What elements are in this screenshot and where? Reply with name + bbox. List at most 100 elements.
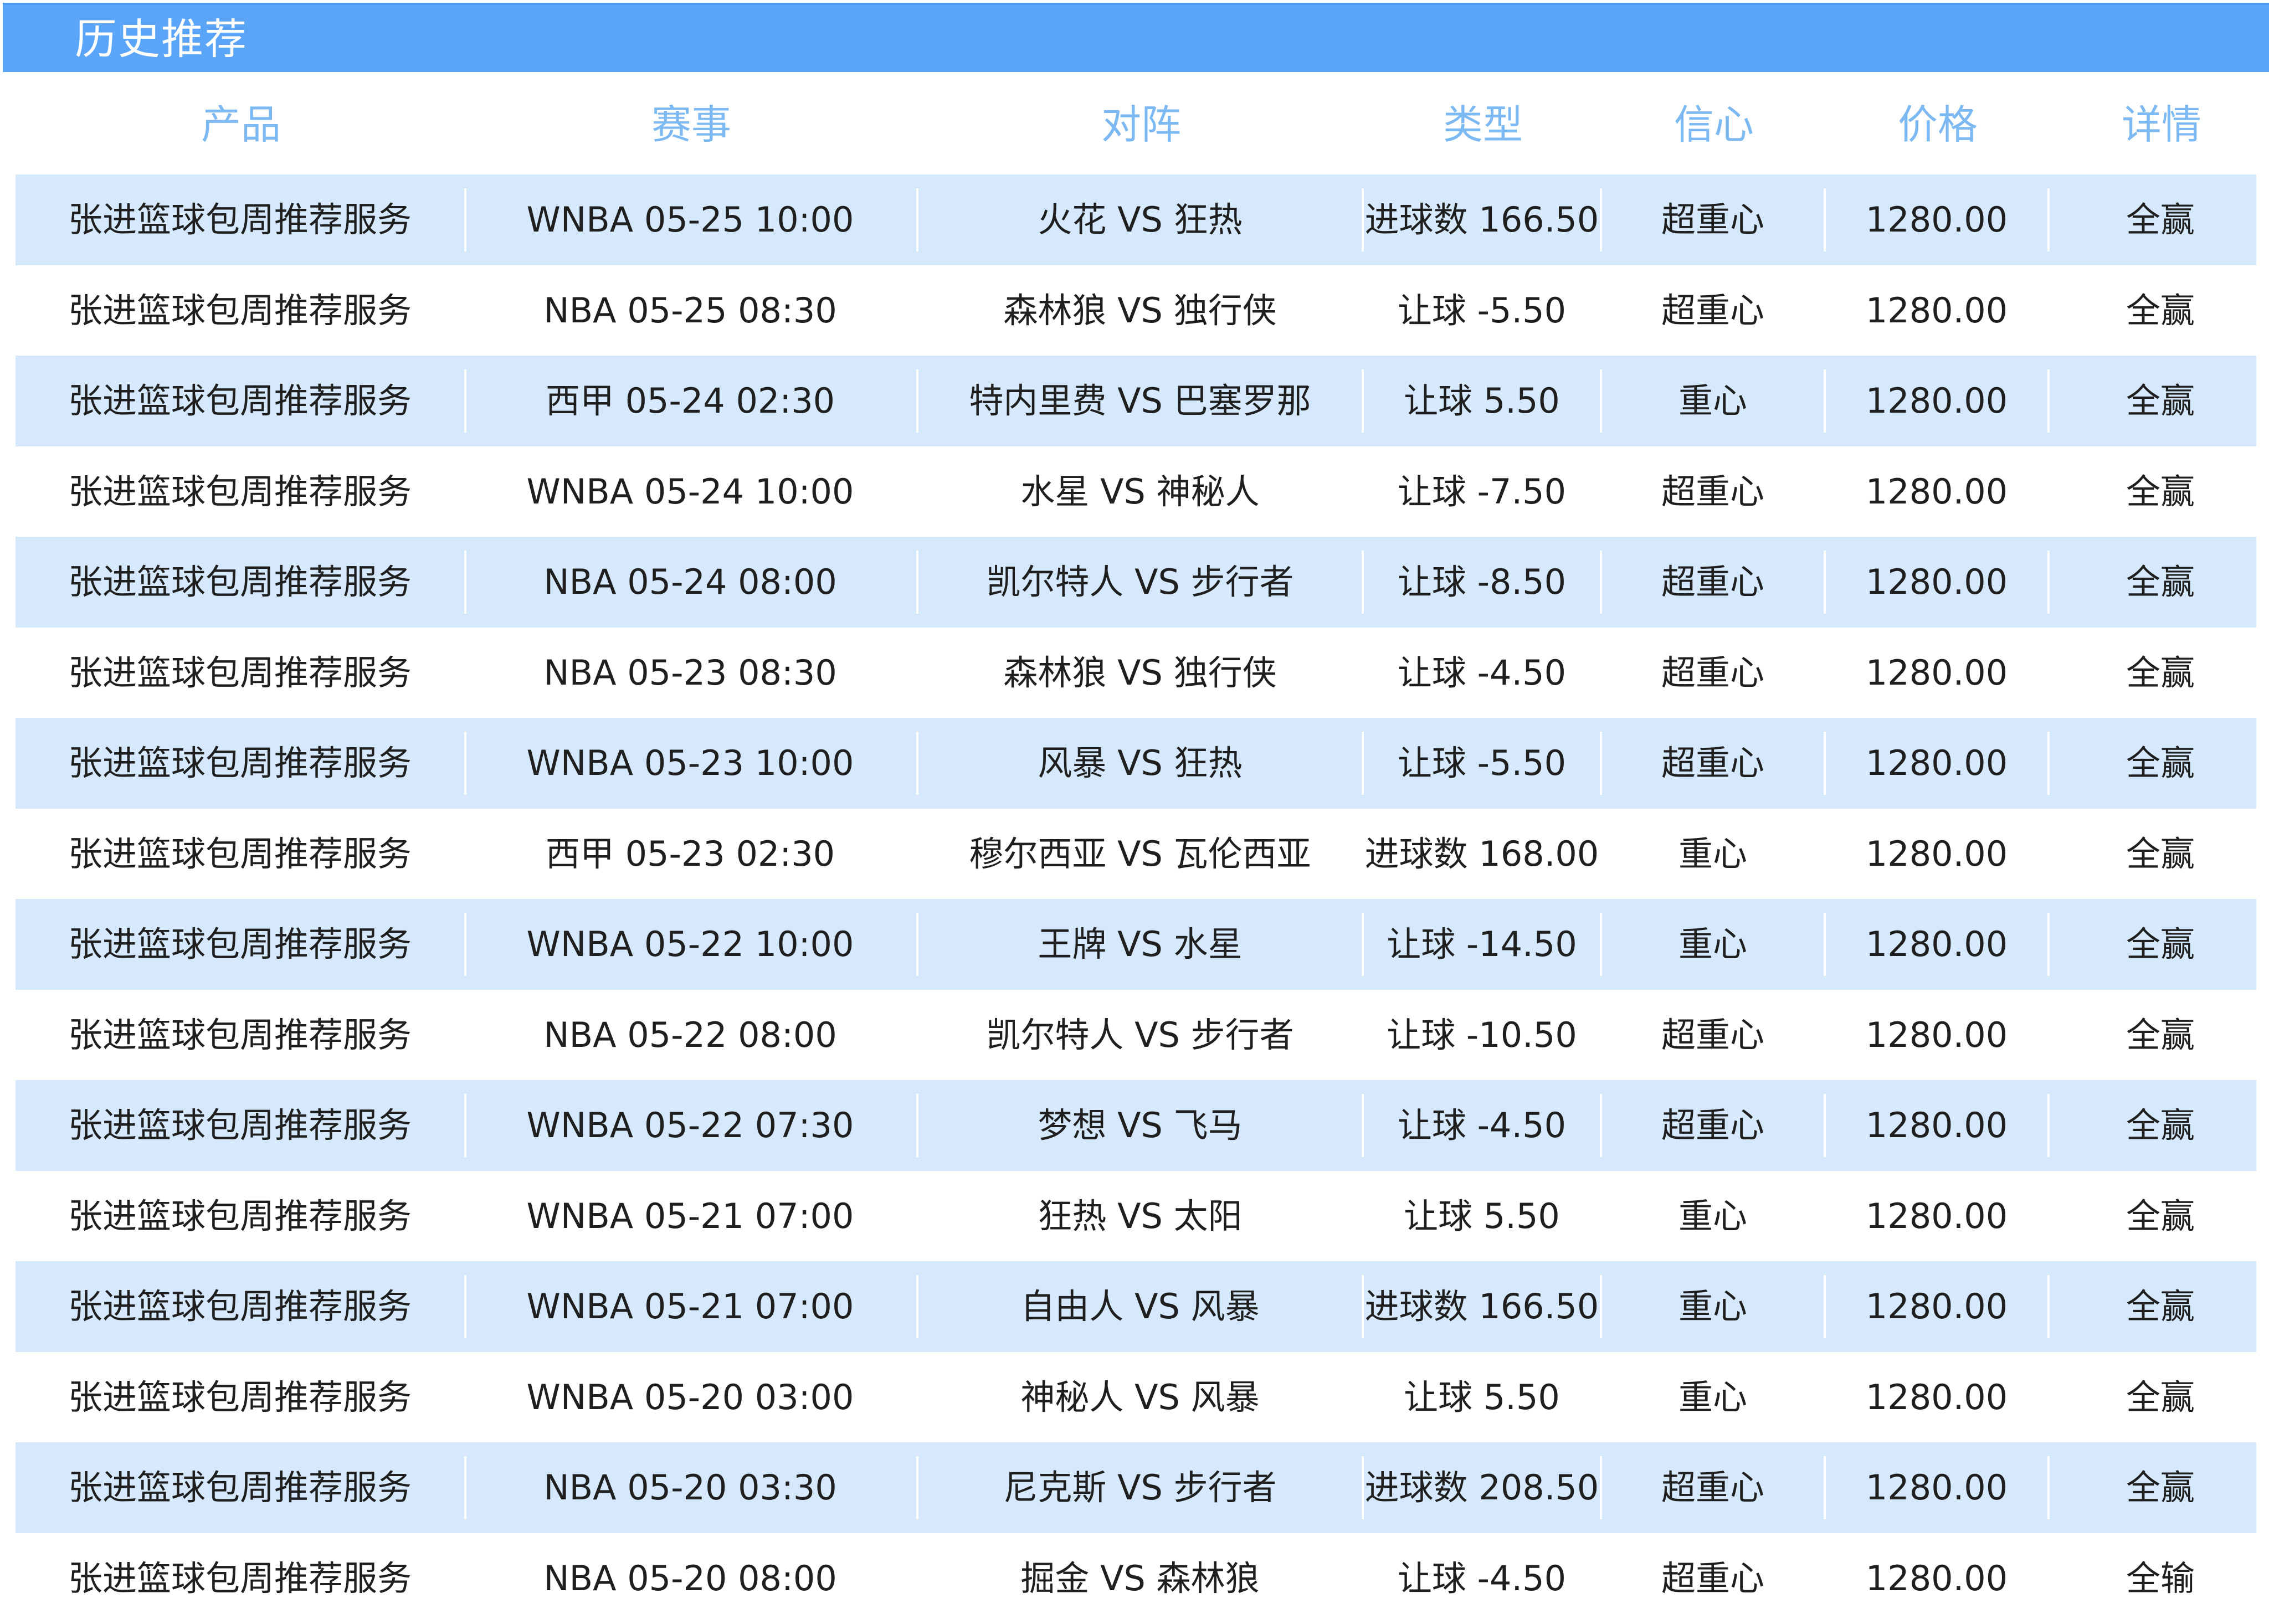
table-row[interactable]: 张进篮球包周推荐服务 WNBA 05-22 07:30 梦想 VS 飞马 让球 … [16, 1080, 2256, 1171]
table-row[interactable]: 张进篮球包周推荐服务 NBA 05-20 08:00 掘金 VS 森林狼 让球 … [16, 1533, 2256, 1624]
cell-type: 让球 5.50 [1404, 1376, 1560, 1417]
cell-price: 1280.00 [1865, 381, 2008, 421]
cell-event: WNBA 05-22 10:00 [526, 924, 854, 964]
cell-type: 让球 -10.50 [1387, 1014, 1577, 1055]
cell-event: WNBA 05-21 07:00 [526, 1286, 854, 1327]
cell-type: 让球 -14.50 [1387, 924, 1577, 964]
cell-event: NBA 05-25 08:30 [543, 290, 837, 331]
table-row[interactable]: 张进篮球包周推荐服务 NBA 05-20 03:30 尼克斯 VS 步行者 进球… [16, 1442, 2256, 1533]
cell-confidence: 超重心 [1661, 743, 1764, 783]
cell-detail[interactable]: 全赢 [2050, 537, 2269, 628]
cell-confidence: 重心 [1678, 924, 1747, 964]
cell-confidence: 超重心 [1661, 290, 1764, 331]
cell-detail[interactable]: 全赢 [2050, 718, 2269, 809]
table-row[interactable]: 张进篮球包周推荐服务 WNBA 05-25 10:00 火花 VS 狂热 进球数… [16, 174, 2256, 265]
cell-confidence: 重心 [1678, 381, 1747, 421]
cell-type: 让球 5.50 [1404, 1195, 1560, 1236]
cell-event: NBA 05-24 08:00 [543, 562, 837, 602]
cell-product: 张进篮球包周推荐服务 [68, 652, 412, 693]
table-row[interactable]: 张进篮球包周推荐服务 WNBA 05-21 07:00 自由人 VS 风暴 进球… [16, 1261, 2256, 1352]
table-row[interactable]: 张进篮球包周推荐服务 WNBA 05-20 03:00 神秘人 VS 风暴 让球… [16, 1352, 2256, 1443]
cell-match: 森林狼 VS 独行侠 [1003, 652, 1277, 693]
cell-detail[interactable]: 全赢 [2050, 174, 2269, 265]
cell-product: 张进篮球包周推荐服务 [68, 1558, 412, 1599]
cell-type: 进球数 166.50 [1364, 199, 1599, 240]
table-row[interactable]: 张进篮球包周推荐服务 NBA 05-24 08:00 凯尔特人 VS 步行者 让… [16, 537, 2256, 628]
cell-detail[interactable]: 全赢 [2050, 1442, 2269, 1533]
cell-product: 张进篮球包周推荐服务 [68, 1105, 412, 1145]
cell-confidence: 重心 [1678, 1195, 1747, 1236]
cell-detail[interactable]: 全赢 [2050, 1261, 2269, 1352]
cell-event: NBA 05-23 08:30 [543, 652, 837, 693]
cell-confidence: 重心 [1678, 1286, 1747, 1327]
cell-price: 1280.00 [1865, 743, 2008, 783]
cell-event: WNBA 05-24 10:00 [526, 471, 854, 512]
table-row[interactable]: 张进篮球包周推荐服务 WNBA 05-21 07:00 狂热 VS 太阳 让球 … [16, 1171, 2256, 1262]
cell-detail[interactable]: 全赢 [2050, 446, 2269, 537]
column-header-event: 赛事 [651, 101, 731, 148]
cell-match: 尼克斯 VS 步行者 [1003, 1467, 1277, 1508]
cell-type: 让球 5.50 [1404, 381, 1560, 421]
cell-product: 张进篮球包周推荐服务 [68, 381, 412, 421]
cell-detail[interactable]: 全赢 [2050, 356, 2269, 446]
cell-price: 1280.00 [1865, 1105, 2008, 1145]
cell-product: 张进篮球包周推荐服务 [68, 562, 412, 602]
cell-price: 1280.00 [1865, 562, 2008, 602]
table-row[interactable]: 张进篮球包周推荐服务 WNBA 05-24 10:00 水星 VS 神秘人 让球… [16, 446, 2256, 537]
table-row[interactable]: 张进篮球包周推荐服务 NBA 05-22 08:00 凯尔特人 VS 步行者 让… [16, 990, 2256, 1081]
page-title: 历史推荐 [75, 14, 248, 64]
cell-detail[interactable]: 全赢 [2050, 809, 2269, 900]
cell-match: 自由人 VS 风暴 [1020, 1286, 1260, 1327]
table-row[interactable]: 张进篮球包周推荐服务 西甲 05-24 02:30 特内里费 VS 巴塞罗那 让… [16, 356, 2256, 446]
cell-confidence: 超重心 [1661, 652, 1764, 693]
cell-event: WNBA 05-25 10:00 [526, 199, 854, 240]
cell-price: 1280.00 [1865, 652, 2008, 693]
cell-detail[interactable]: 全赢 [2050, 628, 2269, 718]
cell-detail[interactable]: 全赢 [2050, 1080, 2269, 1171]
cell-price: 1280.00 [1865, 199, 2008, 240]
column-header-type: 类型 [1442, 101, 1523, 148]
cell-type: 进球数 168.00 [1364, 833, 1599, 874]
cell-price: 1280.00 [1865, 471, 2008, 512]
cell-event: WNBA 05-20 03:00 [526, 1376, 854, 1417]
cell-price: 1280.00 [1865, 1195, 2008, 1236]
table-row[interactable]: 张进篮球包周推荐服务 西甲 05-23 02:30 穆尔西亚 VS 瓦伦西亚 进… [16, 809, 2256, 900]
cell-match: 神秘人 VS 风暴 [1020, 1376, 1260, 1417]
column-header-match: 对阵 [1101, 101, 1181, 148]
cell-type: 让球 -4.50 [1397, 1558, 1567, 1599]
cell-match: 森林狼 VS 独行侠 [1003, 290, 1277, 331]
cell-confidence: 超重心 [1661, 562, 1764, 602]
cell-price: 1280.00 [1865, 1376, 2008, 1417]
cell-product: 张进篮球包周推荐服务 [68, 1195, 412, 1236]
table-row[interactable]: 张进篮球包周推荐服务 NBA 05-25 08:30 森林狼 VS 独行侠 让球… [16, 265, 2256, 356]
cell-event: NBA 05-22 08:00 [543, 1014, 837, 1055]
cell-product: 张进篮球包周推荐服务 [68, 1467, 412, 1508]
cell-type: 让球 -5.50 [1397, 743, 1567, 783]
cell-match: 掘金 VS 森林狼 [1020, 1558, 1260, 1599]
cell-match: 凯尔特人 VS 步行者 [986, 1014, 1294, 1055]
cell-price: 1280.00 [1865, 1467, 2008, 1508]
cell-match: 穆尔西亚 VS 瓦伦西亚 [969, 833, 1311, 874]
cell-price: 1280.00 [1865, 833, 2008, 874]
cell-detail[interactable]: 全赢 [2050, 990, 2269, 1081]
column-header-price: 价格 [1897, 101, 1978, 148]
cell-type: 进球数 208.50 [1364, 1467, 1599, 1508]
table-row[interactable]: 张进篮球包周推荐服务 WNBA 05-22 10:00 王牌 VS 水星 让球 … [16, 899, 2256, 990]
cell-detail[interactable]: 全赢 [2050, 1352, 2269, 1443]
table-row[interactable]: 张进篮球包周推荐服务 WNBA 05-23 10:00 风暴 VS 狂热 让球 … [16, 718, 2256, 809]
title-bar: 历史推荐 [3, 3, 2269, 72]
cell-price: 1280.00 [1865, 1558, 2008, 1599]
cell-confidence: 超重心 [1661, 1467, 1764, 1508]
cell-detail[interactable]: 全赢 [2050, 265, 2269, 356]
cell-type: 让球 -7.50 [1397, 471, 1567, 512]
column-header-detail: 详情 [2121, 101, 2201, 148]
cell-detail[interactable]: 全输 [2050, 1533, 2269, 1624]
cell-type: 让球 -8.50 [1397, 562, 1567, 602]
cell-detail[interactable]: 全赢 [2050, 1171, 2269, 1262]
cell-product: 张进篮球包周推荐服务 [68, 833, 412, 874]
cell-event: 西甲 05-23 02:30 [545, 833, 835, 874]
cell-detail[interactable]: 全赢 [2050, 899, 2269, 990]
history-page: 历史推荐 产品 赛事 对阵 类型 信心 价格 详情 张进篮球包周推荐服务 WNB… [0, 0, 2269, 1624]
table-row[interactable]: 张进篮球包周推荐服务 NBA 05-23 08:30 森林狼 VS 独行侠 让球… [16, 628, 2256, 718]
cell-event: WNBA 05-21 07:00 [526, 1195, 854, 1236]
